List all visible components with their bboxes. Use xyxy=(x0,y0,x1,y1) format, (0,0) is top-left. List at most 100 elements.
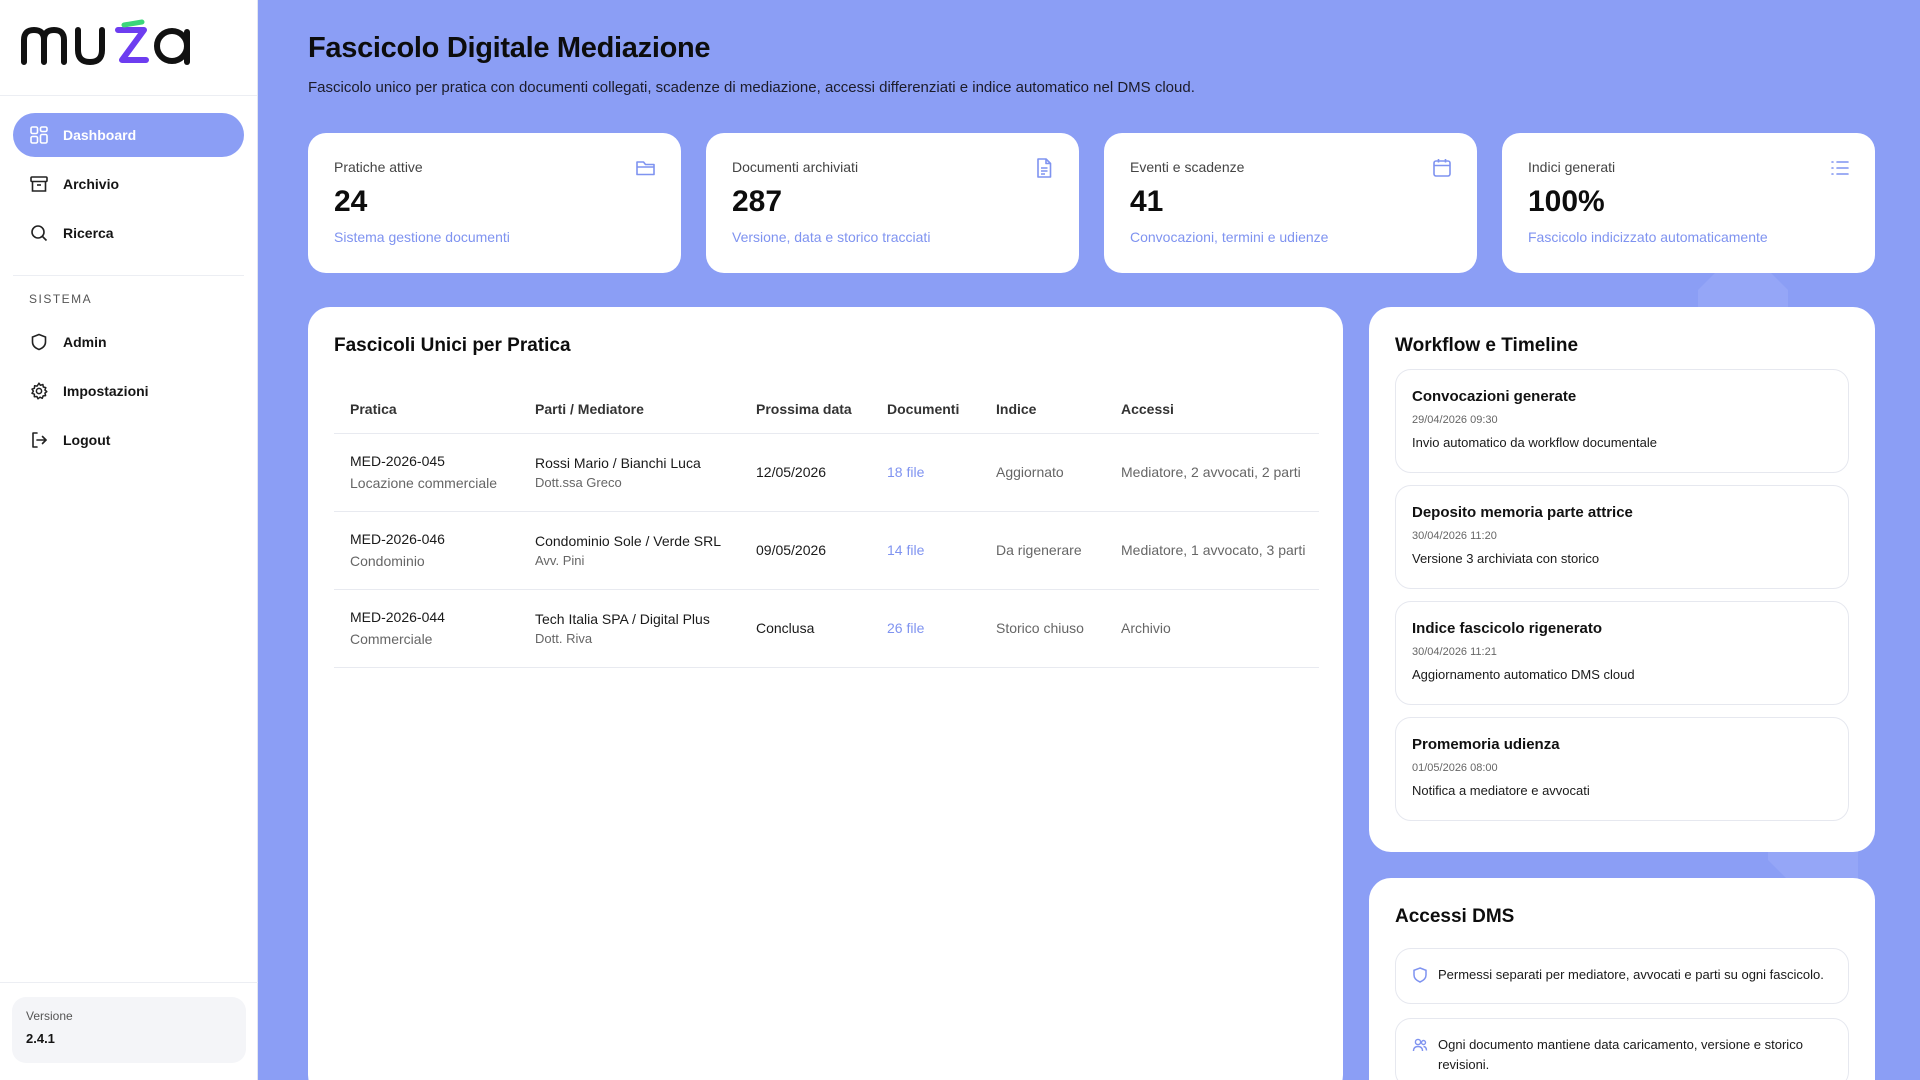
column-header[interactable]: Prossima data xyxy=(740,385,871,434)
version-label: Versione xyxy=(26,1009,73,1023)
sidebar-nav: Dashboard Archivio Ricerca SISTEMA Admin xyxy=(0,96,257,462)
stat-value: 287 xyxy=(732,185,783,218)
sidebar-item-archivio[interactable]: Archivio xyxy=(13,162,244,206)
timeline-title: Deposito memoria parte attrice xyxy=(1412,504,1633,521)
column-header[interactable]: Documenti xyxy=(871,385,980,434)
documenti-link[interactable]: 26 file xyxy=(871,589,980,668)
timeline-desc: Notifica a mediatore e avvocati xyxy=(1412,783,1590,798)
card-title: Fascicoli Unici per Pratica xyxy=(334,335,571,356)
sidebar-item-label: Logout xyxy=(63,432,111,448)
timeline-desc: Versione 3 archiviata con storico xyxy=(1412,551,1600,566)
column-header[interactable]: Pratica xyxy=(334,385,519,434)
sidebar-item-dashboard[interactable]: Dashboard xyxy=(13,113,244,157)
card-title: Workflow e Timeline xyxy=(1395,335,1579,356)
sidebar-item-ricerca[interactable]: Ricerca xyxy=(13,211,244,255)
shield-icon xyxy=(1412,967,1428,983)
page-title: Fascicolo Digitale Mediazione xyxy=(308,32,711,64)
fascicoli-table: Pratica Parti / Mediatore Prossima data … xyxy=(334,385,1319,668)
accessi: Mediatore, 1 avvocato, 3 parti xyxy=(1105,511,1319,590)
main-content: Fascicolo Digitale Mediazione Fascicolo … xyxy=(258,0,1920,1080)
calendar-icon xyxy=(1431,157,1453,179)
sidebar-item-label: Admin xyxy=(63,334,107,350)
timeline-list: Convocazioni generate 29/04/2026 09:30 I… xyxy=(1395,369,1849,821)
logo[interactable] xyxy=(0,0,257,96)
access-item: Permessi separati per mediatore, avvocat… xyxy=(1395,948,1849,1004)
access-text: Ogni documento mantiene data caricamento… xyxy=(1438,1037,1803,1072)
sidebar-item-label: Impostazioni xyxy=(63,383,149,399)
sidebar-section-label: SISTEMA xyxy=(29,292,93,306)
table-row[interactable]: MED-2026-045 Locazione commerciale Rossi … xyxy=(334,433,1319,512)
sidebar-item-label: Ricerca xyxy=(63,225,114,241)
timeline-title: Indice fascicolo rigenerato xyxy=(1412,620,1603,637)
column-header[interactable]: Accessi xyxy=(1105,385,1319,434)
accessi-card: Accessi DMS Permessi separati per mediat… xyxy=(1369,878,1875,1080)
mediatore: Dott. Riva xyxy=(535,630,593,646)
stat-note: Sistema gestione documenti xyxy=(334,229,510,245)
stat-label: Eventi e scadenze xyxy=(1130,159,1245,175)
access-text: Permessi separati per mediatore, avvocat… xyxy=(1438,967,1824,982)
stat-value: 100% xyxy=(1528,185,1605,218)
sidebar-item-impostazioni[interactable]: Impostazioni xyxy=(13,369,244,413)
document-icon xyxy=(1033,157,1055,179)
stats-row: Pratiche attive 24 Sistema gestione docu… xyxy=(308,133,1875,273)
stat-note: Versione, data e storico tracciati xyxy=(732,229,931,245)
table-row[interactable]: MED-2026-044 Commerciale Tech Italia SPA … xyxy=(334,589,1319,668)
stat-card-pratiche: Pratiche attive 24 Sistema gestione docu… xyxy=(308,133,681,273)
documenti-link[interactable]: 18 file xyxy=(871,433,980,512)
version-value: 2.4.1 xyxy=(26,1031,55,1046)
stat-card-documenti: Documenti archiviati 287 Versione, data … xyxy=(706,133,1079,273)
timeline-item[interactable]: Deposito memoria parte attrice 30/04/202… xyxy=(1395,485,1849,589)
timeline-desc: Aggiornamento automatico DMS cloud xyxy=(1412,667,1635,682)
sidebar-item-label: Dashboard xyxy=(63,127,137,143)
column-header[interactable]: Indice xyxy=(980,385,1105,434)
version-box: Versione 2.4.1 xyxy=(12,997,246,1063)
workflow-card: Workflow e Timeline Convocazioni generat… xyxy=(1369,307,1875,852)
sidebar: Dashboard Archivio Ricerca SISTEMA Admin xyxy=(0,0,258,1080)
prossima-data: 09/05/2026 xyxy=(740,511,871,590)
parti: Tech Italia SPA / Digital Plus xyxy=(535,610,710,627)
sidebar-item-label: Archivio xyxy=(63,176,120,192)
sidebar-item-logout[interactable]: Logout xyxy=(13,418,244,462)
sidebar-item-admin[interactable]: Admin xyxy=(13,320,244,364)
timeline-time: 29/04/2026 09:30 xyxy=(1412,414,1498,426)
indice-status: Da rigenerare xyxy=(980,511,1105,590)
pratica-type: Locazione commerciale xyxy=(350,475,498,491)
sidebar-footer: Versione 2.4.1 xyxy=(0,982,258,1080)
card-title: Accessi DMS xyxy=(1395,906,1515,927)
timeline-title: Promemoria udienza xyxy=(1412,736,1560,753)
accessi: Mediatore, 2 avvocati, 2 parti xyxy=(1105,433,1319,512)
prossima-data: Conclusa xyxy=(740,589,871,668)
users-icon xyxy=(1412,1037,1428,1053)
column-header[interactable]: Parti / Mediatore xyxy=(519,385,740,434)
page-subtitle: Fascicolo unico per pratica con document… xyxy=(308,79,1195,96)
pratica-type: Condominio xyxy=(350,553,425,569)
stat-value: 24 xyxy=(334,185,368,218)
divider xyxy=(13,275,244,276)
gear-icon xyxy=(29,381,49,401)
stat-note: Fascicolo indicizzato automaticamente xyxy=(1528,229,1768,245)
stat-label: Indici generati xyxy=(1528,159,1616,175)
folder-icon xyxy=(635,157,657,179)
parti: Condominio Sole / Verde SRL xyxy=(535,532,721,549)
table-row[interactable]: MED-2026-046 Condominio Condominio Sole /… xyxy=(334,511,1319,590)
access-item: Ogni documento mantiene data caricamento… xyxy=(1395,1018,1849,1080)
fascicoli-card: Fascicoli Unici per Pratica Pratica Part… xyxy=(308,307,1343,1080)
timeline-desc: Invio automatico da workflow documentale xyxy=(1412,435,1657,450)
pratica-id: MED-2026-045 xyxy=(350,453,445,469)
timeline-item[interactable]: Convocazioni generate 29/04/2026 09:30 I… xyxy=(1395,369,1849,473)
timeline-title: Convocazioni generate xyxy=(1412,388,1577,405)
stat-value: 41 xyxy=(1130,185,1164,218)
list-icon xyxy=(1829,157,1851,179)
archive-icon xyxy=(29,174,49,194)
timeline-item[interactable]: Indice fascicolo rigenerato 30/04/2026 1… xyxy=(1395,601,1849,705)
parti: Rossi Mario / Bianchi Luca xyxy=(535,454,701,471)
stat-label: Documenti archiviati xyxy=(732,159,859,175)
stat-card-indici: Indici generati 100% Fascicolo indicizza… xyxy=(1502,133,1875,273)
timeline-item[interactable]: Promemoria udienza 01/05/2026 08:00 Noti… xyxy=(1395,717,1849,821)
documenti-link[interactable]: 14 file xyxy=(871,511,980,590)
accessi: Archivio xyxy=(1105,589,1319,668)
indice-status: Aggiornato xyxy=(980,433,1105,512)
logout-icon xyxy=(29,430,49,450)
dashboard-icon xyxy=(29,125,49,145)
pratica-type: Commerciale xyxy=(350,631,433,647)
